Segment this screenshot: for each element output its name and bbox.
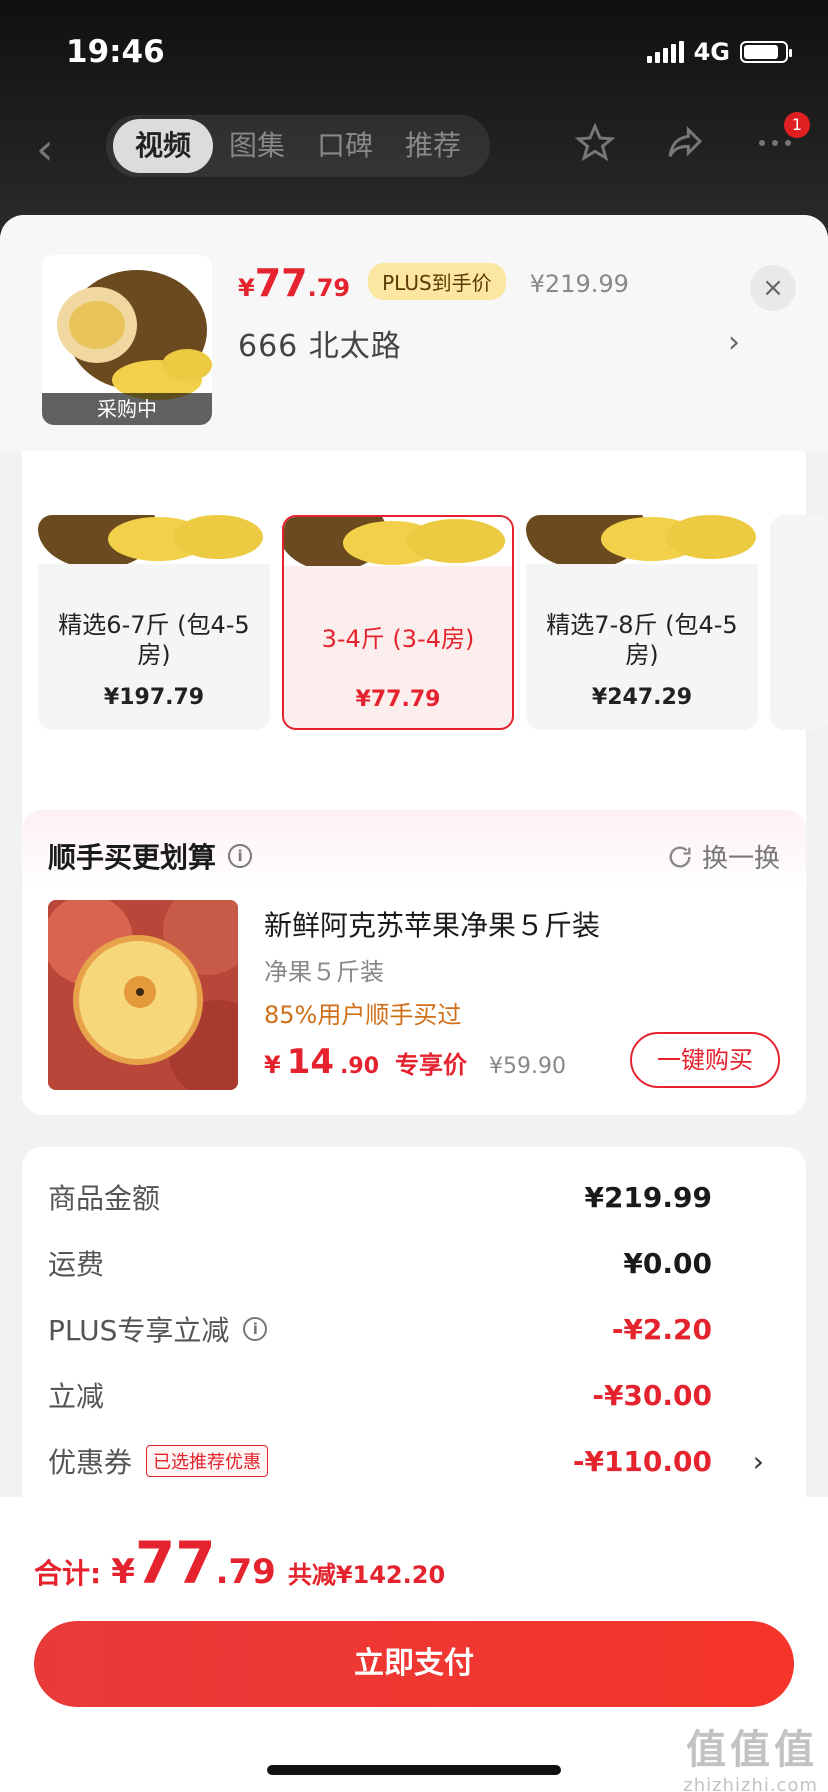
- apple-image[interactable]: [48, 900, 238, 1090]
- chevron-right-icon[interactable]: ›: [753, 1445, 764, 1478]
- total-symbol: ¥: [111, 1552, 135, 1592]
- product-header: 采购中 ¥ 77 .79 PLUS到手价 ¥219.99 666 北太路 › ×: [0, 215, 828, 451]
- addon-price-symbol: ¥: [264, 1051, 281, 1079]
- variant-name: 精选7-8斤 (包4-5房): [546, 611, 738, 669]
- product-price-row: ¥ 77 .79 PLUS到手价 ¥219.99: [238, 261, 629, 306]
- summary-value: ¥0.00: [623, 1246, 712, 1280]
- plus-price-badge: PLUS到手价: [368, 263, 506, 300]
- signal-icon: [646, 41, 684, 63]
- tab-recommend[interactable]: 推荐: [389, 119, 477, 173]
- back-icon[interactable]: ‹: [36, 124, 54, 175]
- swap-label: 换一换: [701, 844, 780, 874]
- summary-label-text: PLUS专享立减: [48, 1314, 230, 1347]
- media-tabs: 视频 图集 口碑 推荐: [106, 115, 490, 177]
- tab-gallery[interactable]: 图集: [213, 119, 301, 173]
- network-type: 4G: [693, 38, 730, 66]
- share-icon[interactable]: [662, 120, 708, 166]
- variant-name: 3-4斤 (3-4房): [321, 625, 475, 653]
- star-icon[interactable]: [572, 120, 618, 166]
- addon-title: 顺手买更划算 i: [48, 836, 253, 876]
- notification-badge: 1: [784, 112, 810, 138]
- variant-option-2[interactable]: 3-4斤 (3-4房) ¥77.79: [282, 515, 514, 730]
- durian-image: [284, 517, 512, 566]
- summary-row-goods: 商品金额 ¥219.99: [48, 1177, 780, 1217]
- durian-image: [526, 515, 758, 564]
- original-price: ¥219.99: [529, 270, 629, 298]
- addon-price-int: 14: [286, 1042, 335, 1082]
- summary-label: 运费: [48, 1248, 105, 1281]
- chevron-right-icon[interactable]: ›: [728, 325, 740, 360]
- addon-price-dec: .90: [340, 1054, 380, 1079]
- summary-value: -¥2.20: [611, 1312, 712, 1346]
- summary-value: ¥219.99: [584, 1180, 712, 1214]
- addon-original-price: ¥59.90: [489, 1054, 566, 1079]
- total-int: 77: [134, 1529, 216, 1597]
- durian-image: [38, 515, 270, 564]
- variant-name: 精选6-7斤 (包4-5房): [58, 611, 250, 669]
- addon-price: ¥ 14 .90 专享价 ¥59.90: [264, 1042, 566, 1082]
- close-button[interactable]: ×: [750, 265, 796, 311]
- delivery-address[interactable]: 666 北太路: [238, 321, 402, 365]
- summary-row-plus: PLUS专享立减 i -¥2.20: [48, 1309, 780, 1349]
- swap-button[interactable]: 换一换: [666, 838, 780, 875]
- one-click-buy-button[interactable]: 一键购买: [630, 1032, 780, 1088]
- info-icon[interactable]: i: [243, 1317, 268, 1341]
- price-dec: .79: [307, 274, 351, 302]
- tab-reviews[interactable]: 口碑: [301, 119, 389, 173]
- addon-card: 顺手买更划算 i 换一换 新鲜阿克苏苹果净果５斤装 净果５斤装 85%用户顺手买…: [22, 810, 806, 1115]
- top-bar: 19:46 4G ‹ 视频 图集 口碑 推荐 1: [0, 0, 828, 230]
- summary-row-coupon[interactable]: 优惠券 已选推荐优惠 -¥110.00 ›: [48, 1441, 780, 1481]
- variant-option-4-partial[interactable]: [770, 515, 828, 730]
- checkout-sheet: 精选6-7斤 (包4-5房) ¥197.79 3-4斤 (3-4房) ¥77.7…: [0, 215, 828, 1792]
- summary-value: -¥30.00: [592, 1378, 712, 1412]
- order-total: 合计: ¥ 77 .79 共减¥142.20: [34, 1529, 445, 1597]
- addon-popularity: 85%用户顺手买过: [264, 1001, 462, 1029]
- watermark-text: 值值值: [686, 1727, 818, 1773]
- total-dec: .79: [215, 1552, 276, 1592]
- summary-label: PLUS专享立减 i: [48, 1309, 268, 1349]
- addon-exclusive-label: 专享价: [395, 1051, 468, 1079]
- variant-price: ¥197.79: [103, 685, 205, 710]
- variant-option-1[interactable]: 精选6-7斤 (包4-5房) ¥197.79: [38, 515, 270, 730]
- summary-label: 立减: [48, 1380, 105, 1413]
- product-thumbnail[interactable]: 采购中: [42, 255, 212, 425]
- home-indicator[interactable]: [267, 1765, 561, 1775]
- summary-label: 商品金额: [48, 1182, 161, 1215]
- variant-price: ¥247.29: [591, 685, 693, 710]
- watermark-logo: 值值值 zhizhizhi.com: [683, 1717, 818, 1792]
- status-indicators: 4G: [646, 38, 792, 66]
- status-time: 19:46: [66, 34, 165, 70]
- addon-title-text: 顺手买更划算: [48, 841, 217, 874]
- battery-icon: [740, 41, 792, 63]
- summary-row-shipping: 运费 ¥0.00: [48, 1243, 780, 1283]
- total-label: 合计:: [34, 1557, 102, 1590]
- price-symbol: ¥: [238, 274, 255, 302]
- total-savings: 共减¥142.20: [287, 1561, 446, 1589]
- coupon-badge: 已选推荐优惠: [146, 1445, 269, 1477]
- variant-option-3[interactable]: 精选7-8斤 (包4-5房) ¥247.29: [526, 515, 758, 730]
- price-int: 77: [254, 261, 308, 305]
- variant-price: ¥77.79: [355, 687, 441, 712]
- refresh-icon: [669, 846, 691, 868]
- summary-label-text: 优惠券: [48, 1446, 133, 1479]
- tab-video[interactable]: 视频: [113, 119, 214, 173]
- addon-spec: 净果５斤装: [264, 958, 384, 986]
- watermark-url: zhizhizhi.com: [683, 1775, 818, 1792]
- summary-label: 优惠券 已选推荐优惠: [48, 1441, 269, 1481]
- more-icon[interactable]: 1: [752, 112, 810, 166]
- thumbnail-label: 采购中: [42, 393, 212, 425]
- pay-now-button[interactable]: 立即支付: [34, 1621, 794, 1707]
- summary-value: -¥110.00: [572, 1444, 712, 1478]
- checkout-bar: 合计: ¥ 77 .79 共减¥142.20 立即支付 值值值 zhizhizh…: [0, 1497, 828, 1792]
- summary-row-discount: 立减 -¥30.00: [48, 1375, 780, 1415]
- nav-actions: 1: [572, 112, 810, 166]
- info-icon[interactable]: i: [228, 844, 253, 868]
- addon-product-name[interactable]: 新鲜阿克苏苹果净果５斤装: [264, 904, 600, 944]
